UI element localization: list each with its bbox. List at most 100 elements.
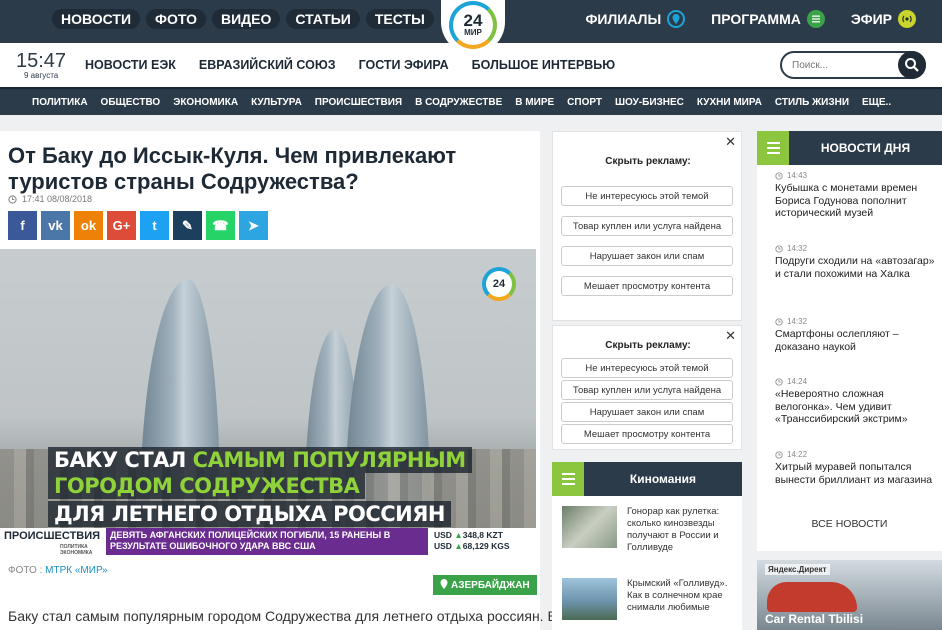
arrow-up-icon: ▲ xyxy=(454,541,463,551)
nav-guests[interactable]: ГОСТИ ЭФИРА xyxy=(359,58,449,72)
nav-program-label: ПРОГРАММА xyxy=(711,11,801,27)
nav-branches[interactable]: ФИЛИАЛЫ xyxy=(585,10,686,28)
nav-eurasian-union[interactable]: ЕВРАЗИЙСКИЙ СОЮЗ xyxy=(199,58,336,72)
nav-video[interactable]: ВИДЕО xyxy=(211,9,281,29)
logo-ring: 24 МИР xyxy=(449,1,497,49)
ad-hide-title: Скрыть рекламу: xyxy=(605,156,691,167)
cat-economy[interactable]: ЭКОНОМИКА xyxy=(173,97,238,108)
ad-option-not-interested[interactable]: Не интересуюсь этой темой xyxy=(561,358,733,378)
location-tag[interactable]: АЗЕРБАЙДЖАН xyxy=(433,575,537,595)
search-input[interactable] xyxy=(792,57,892,73)
ticker-sublabel: ПОЛИТИКА ЭКОНОМИКА xyxy=(60,544,93,555)
ad-hide-title: Скрыть рекламу: xyxy=(605,340,691,351)
nav-articles[interactable]: СТАТЬИ xyxy=(286,9,360,29)
menu-icon[interactable] xyxy=(552,462,584,496)
news-time: 14:32 xyxy=(775,317,935,326)
ticker-label-text: ПРОИСШЕСТВИЯ xyxy=(4,530,101,542)
cat-more[interactable]: ЕЩЕ.. xyxy=(862,97,891,108)
ad-title: Car Rental Tbilisi xyxy=(765,612,864,626)
rate2-value: 68,129 KGS xyxy=(462,541,510,551)
kinomania-item-text: Крымский «Голливуд». Как в солнечном кра… xyxy=(627,578,728,613)
odnoklassniki-icon[interactable]: ok xyxy=(74,211,103,240)
location-pin-icon xyxy=(667,10,686,28)
rate-row-1: USD ▲348,8 KZT xyxy=(434,530,530,541)
clock-icon xyxy=(775,244,783,253)
ad-option-spam[interactable]: Нарушает закон или спам xyxy=(561,246,733,266)
article-body: Баку стал самым популярным городом Содру… xyxy=(8,608,557,624)
nav-eec-news[interactable]: НОВОСТИ ЕЭК xyxy=(85,58,176,72)
google-plus-icon[interactable]: G+ xyxy=(107,211,136,240)
ad-hide-panel-1: ✕ Скрыть рекламу: Не интересуюсь этой те… xyxy=(552,131,742,321)
cat-world[interactable]: В МИРЕ xyxy=(515,97,554,108)
twitter-icon[interactable]: t xyxy=(140,211,169,240)
nav-live-label: ЭФИР xyxy=(850,11,892,27)
rate2-label: USD xyxy=(434,541,452,551)
news-text: Хитрый муравей попытался вынести бриллиа… xyxy=(775,461,933,486)
news-item[interactable]: 14:24 «Невероятно сложная велогонка». Че… xyxy=(775,377,935,426)
clock-icon xyxy=(775,450,783,459)
nav-news[interactable]: НОВОСТИ xyxy=(52,9,141,29)
ad-option-spam[interactable]: Нарушает закон или спам xyxy=(561,402,733,422)
ad-option-purchased[interactable]: Товар куплен или услуга найдена xyxy=(561,380,733,400)
rate-row-2: USD ▲68,129 KGS xyxy=(434,541,530,552)
rate1-value: 348,8 KZT xyxy=(462,530,503,540)
photo-caption-line3: ДЛЯ ЛЕТНЕГО ОТДЫХА РОССИЯН xyxy=(48,501,451,527)
arrow-up-icon: ▲ xyxy=(454,530,463,540)
cat-cuisines[interactable]: КУХНИ МИРА xyxy=(697,97,762,108)
news-of-day-title[interactable]: НОВОСТИ ДНЯ xyxy=(789,131,942,165)
caption-part-a: БАКУ СТАЛ xyxy=(54,448,193,472)
news-time-text: 14:24 xyxy=(787,377,808,386)
cat-incidents[interactable]: ПРОИСШЕСТВИЯ xyxy=(315,97,402,108)
kinomania-item[interactable]: Крымский «Голливуд». Как в солнечном кра… xyxy=(562,578,737,630)
cat-sport[interactable]: СПОРТ xyxy=(567,97,602,108)
nav-big-interview[interactable]: БОЛЬШОЕ ИНТЕРВЬЮ xyxy=(472,58,615,72)
news-item[interactable]: 14:22 Хитрый муравей попытался вынести б… xyxy=(775,450,935,486)
article-photo[interactable]: 24 БАКУ СТАЛ САМЫМ ПОПУЛЯРНЫМ ГОРОДОМ СО… xyxy=(0,249,536,555)
news-item[interactable]: 14:32 Подруги сходили на «автозагар» и с… xyxy=(775,244,935,280)
cat-showbiz[interactable]: ШОУ-БИЗНЕС xyxy=(615,97,684,108)
kinomania-header: Киномания xyxy=(552,462,742,496)
close-icon[interactable]: ✕ xyxy=(725,134,736,150)
news-of-day-widget: НОВОСТИ ДНЯ 14:43 Кубышка с монетами вре… xyxy=(757,131,942,551)
facebook-icon[interactable]: f xyxy=(8,211,37,240)
news-item[interactable]: 14:43 Кубышка с монетами времен Бориса Г… xyxy=(775,171,935,220)
cat-commonwealth[interactable]: В СОДРУЖЕСТВЕ xyxy=(415,97,502,108)
main-nav: НОВОСТИ ФОТО ВИДЕО СТАТЬИ ТЕСТЫ xyxy=(52,0,440,38)
kinomania-title[interactable]: Киномания xyxy=(584,462,742,496)
ticker-text: ДЕВЯТЬ АФГАНСКИХ ПОЛИЦЕЙСКИХ ПОГИБЛИ, 15… xyxy=(106,528,428,555)
vk-icon[interactable]: vk xyxy=(41,211,70,240)
cat-lifestyle[interactable]: СТИЛЬ ЖИЗНИ xyxy=(775,97,849,108)
news-time-text: 14:22 xyxy=(787,450,808,459)
nav-program[interactable]: ПРОГРАММА xyxy=(711,10,825,28)
photo-caption-line1: БАКУ СТАЛ САМЫМ ПОПУЛЯРНЫМ xyxy=(48,447,472,473)
news-item[interactable]: 14:32 Смартфоны ослепляют – доказано нау… xyxy=(775,317,935,353)
livejournal-icon[interactable]: ✎ xyxy=(173,211,202,240)
nav-live[interactable]: ЭФИР xyxy=(851,10,916,28)
search-icon xyxy=(905,58,919,72)
crimea-thumbnail xyxy=(562,578,617,620)
ad-option-obstructs[interactable]: Мешает просмотру контента xyxy=(561,276,733,296)
all-news-link[interactable]: ВСЕ НОВОСТИ xyxy=(757,518,942,530)
yandex-direct-ad[interactable]: Яндекс.Директ Car Rental Tbilisi xyxy=(757,560,942,630)
clock-icon xyxy=(775,171,783,180)
kinomania-item[interactable]: Гонорар как рулетка: сколько кинозвезды … xyxy=(562,506,737,566)
credit-link[interactable]: МТРК «МИР» xyxy=(45,565,107,576)
ad-option-obstructs[interactable]: Мешает просмотру контента xyxy=(561,424,733,444)
article-meta: 17:41 08/08/2018 xyxy=(8,194,92,204)
cat-culture[interactable]: КУЛЬТУРА xyxy=(251,97,302,108)
cat-politics[interactable]: ПОЛИТИКА xyxy=(32,97,88,108)
ad-option-purchased[interactable]: Товар куплен или услуга найдена xyxy=(561,216,733,236)
ad-option-not-interested[interactable]: Не интересуюсь этой темой xyxy=(561,186,733,206)
cat-society[interactable]: ОБЩЕСТВО xyxy=(101,97,161,108)
clock-icon xyxy=(775,377,783,386)
whatsapp-icon[interactable]: ☎ xyxy=(206,211,235,240)
nav-tests[interactable]: ТЕСТЫ xyxy=(365,9,434,29)
share-buttons: f vk ok G+ t ✎ ☎ ➤ xyxy=(8,211,272,240)
telegram-icon[interactable]: ➤ xyxy=(239,211,268,240)
nav-photo[interactable]: ФОТО xyxy=(146,9,206,29)
menu-icon[interactable] xyxy=(757,131,789,165)
search-button[interactable] xyxy=(898,51,926,79)
news-time: 14:24 xyxy=(775,377,935,386)
rate1-label: USD xyxy=(434,530,452,540)
location-pin-icon xyxy=(440,579,448,589)
